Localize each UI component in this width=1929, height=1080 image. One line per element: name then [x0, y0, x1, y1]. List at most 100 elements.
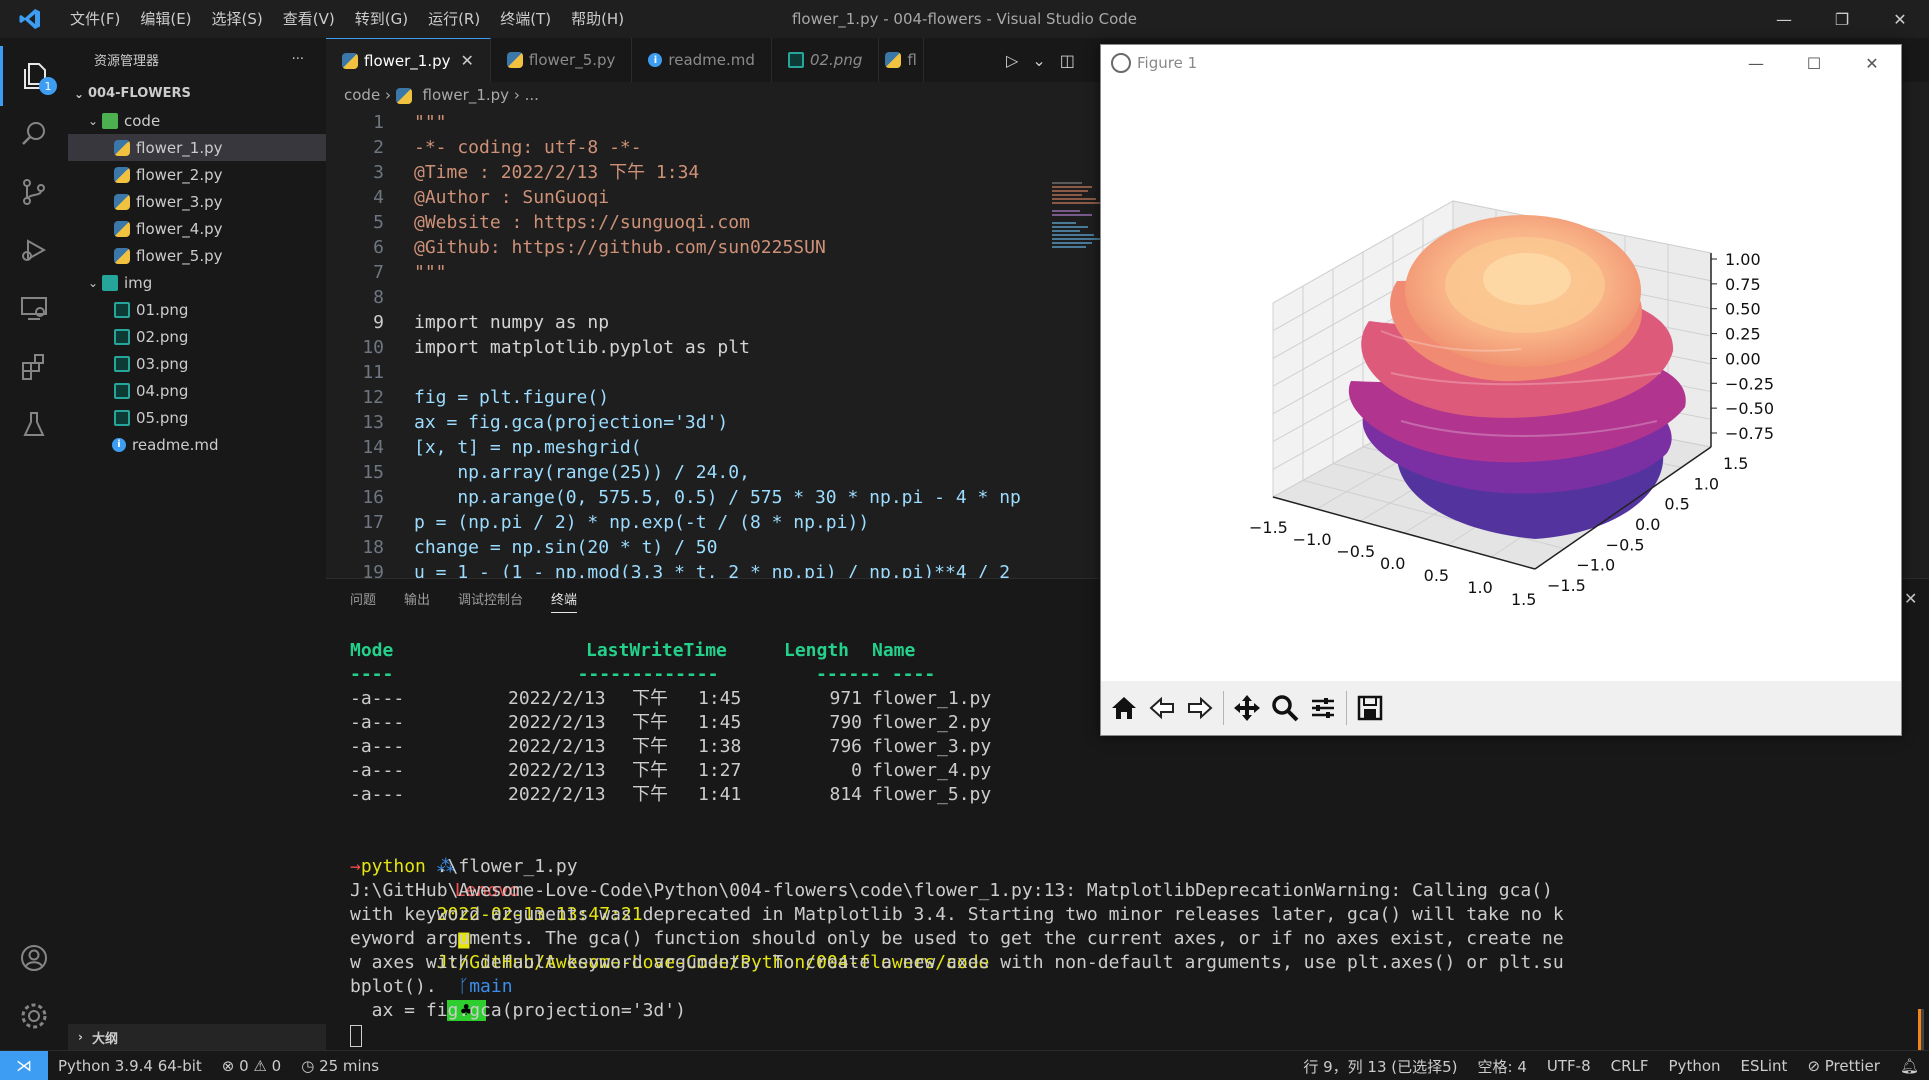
account-icon[interactable]: [0, 928, 68, 988]
outline-section[interactable]: › 大纲: [68, 1024, 326, 1050]
x-tick-label: 0.0: [1380, 554, 1405, 573]
tree-folder-img[interactable]: ⌄ img: [68, 269, 326, 296]
workspace-root[interactable]: ⌄ 004-FLOWERS: [68, 80, 326, 107]
figure-minimize-button[interactable]: —: [1727, 45, 1785, 81]
notifications-bell-icon[interactable]: 🔔︎: [1890, 1057, 1929, 1075]
x-tick-label: 1.0: [1467, 578, 1492, 597]
code-line: 4 @Author : SunGuoqi: [373, 187, 610, 208]
menu-selection[interactable]: 选择(S): [202, 0, 273, 38]
minimize-button[interactable]: —: [1755, 0, 1813, 38]
image-file-icon: [114, 409, 130, 426]
status-encoding[interactable]: UTF-8: [1537, 1057, 1601, 1075]
tree-file-03-png[interactable]: 03.png: [68, 350, 326, 377]
figure-title: Figure 1: [1137, 54, 1198, 72]
explorer-more-button[interactable]: ···: [292, 52, 304, 67]
code-line: 19 u = 1 - (1 - np.mod(3.3 * t, 2 * np.pi…: [362, 562, 1011, 578]
zoom-magnifier-icon[interactable]: [1268, 691, 1302, 725]
status-indentation[interactable]: 空格: 4: [1468, 1056, 1537, 1077]
tab-flower-5[interactable]: flower_5.py: [490, 38, 633, 82]
menu-go[interactable]: 转到(G): [345, 0, 418, 38]
vscode-app: 文件(F) 编辑(E) 选择(S) 查看(V) 转到(G) 运行(R) 终端(T…: [0, 0, 1929, 1080]
home-icon[interactable]: [1107, 691, 1141, 725]
pan-move-icon[interactable]: [1230, 691, 1264, 725]
panel-tab-terminal[interactable]: 终端: [551, 589, 578, 613]
close-window-button[interactable]: ✕: [1871, 0, 1929, 38]
split-editor-icon[interactable]: ◫: [1060, 51, 1075, 70]
info-icon: i: [112, 437, 126, 452]
breadcrumb-symbol[interactable]: ...: [525, 86, 539, 104]
settings-gear-icon[interactable]: [0, 986, 68, 1046]
python-file-icon: [885, 52, 902, 68]
tab-02-png[interactable]: 02.png: [771, 38, 880, 82]
info-icon: i: [648, 53, 663, 67]
figure-canvas[interactable]: 1.00 0.75 0.50 0.25 0.00 −0.25 −0.50 −0.75 −1.5…: [1101, 81, 1901, 681]
search-icon[interactable]: [0, 104, 68, 164]
forward-arrow-icon[interactable]: [1183, 691, 1217, 725]
tab-flower-1[interactable]: flower_1.py ✕: [326, 38, 491, 82]
status-eslint[interactable]: ESLint: [1731, 1057, 1798, 1075]
menu-help[interactable]: 帮助(H): [561, 0, 634, 38]
tree-file-02-png[interactable]: 02.png: [68, 323, 326, 350]
restore-button[interactable]: ❐: [1813, 0, 1871, 38]
panel-tab-output[interactable]: 输出: [404, 589, 430, 613]
status-language[interactable]: Python: [1659, 1057, 1731, 1075]
status-cursor-position[interactable]: 行 9，列 13 (已选择5): [1293, 1056, 1467, 1077]
chevron-down-icon[interactable]: ⌄: [1032, 51, 1045, 70]
remote-icon[interactable]: ⋊: [0, 1050, 48, 1080]
breadcrumb-folder[interactable]: code: [344, 86, 380, 104]
panel-tab-debug-console[interactable]: 调试控制台: [458, 589, 523, 613]
save-figure-icon[interactable]: [1353, 691, 1387, 725]
terminal-header-underline: ---- ------------- ------ ----: [350, 664, 936, 685]
z-axis-ticks: 1.00 0.75 0.50 0.25 0.00 −0.25 −0.50 −0.75: [1711, 250, 1774, 443]
tree-file-flower-1[interactable]: flower_1.py: [68, 134, 326, 161]
status-python-interpreter[interactable]: Python 3.9.4 64-bit: [48, 1057, 212, 1075]
x-tick-label: −1.5: [1249, 518, 1288, 537]
terminal-command: →python .\flower_1.py: [350, 856, 578, 877]
status-problems[interactable]: ⊗ 0 ⚠ 0: [212, 1057, 291, 1075]
status-prettier[interactable]: ⊘ Prettier: [1797, 1057, 1890, 1075]
close-tab-icon[interactable]: ✕: [461, 51, 474, 70]
menu-terminal[interactable]: 终端(T): [490, 0, 561, 38]
figure-close-button[interactable]: ✕: [1843, 45, 1901, 81]
tree-folder-code[interactable]: ⌄ code: [68, 107, 326, 134]
terminal-row: -a--- 2022/2/13 下午 1:45 790 flower_2.py: [350, 712, 992, 733]
status-time-tracker[interactable]: ◷ 25 mins: [291, 1057, 389, 1075]
tree-file-flower-4[interactable]: flower_4.py: [68, 215, 326, 242]
menu-run[interactable]: 运行(R): [418, 0, 490, 38]
menu-view[interactable]: 查看(V): [273, 0, 345, 38]
panel-tab-problems[interactable]: 问题: [350, 589, 376, 613]
code-editor[interactable]: 1 """ 2 -*- coding: utf-8 -*- 3 @Time : 202…: [326, 110, 1046, 578]
rose-3d-plot[interactable]: 1.00 0.75 0.50 0.25 0.00 −0.25 −0.50 −0.75 −1.5…: [1101, 81, 1901, 681]
breadcrumb-file[interactable]: flower_1.py: [423, 86, 510, 104]
configure-subplots-icon[interactable]: [1306, 691, 1340, 725]
tree-file-01-png[interactable]: 01.png: [68, 296, 326, 323]
tree-file-flower-5[interactable]: flower_5.py: [68, 242, 326, 269]
figure-maximize-button[interactable]: ☐: [1785, 45, 1843, 81]
extensions-icon[interactable]: [0, 336, 68, 396]
menu-file[interactable]: 文件(F): [60, 0, 130, 38]
tree-file-04-png[interactable]: 04.png: [68, 377, 326, 404]
run-debug-icon[interactable]: [0, 220, 68, 280]
minimap[interactable]: [1046, 110, 1104, 530]
testing-flask-icon[interactable]: [0, 394, 68, 454]
source-control-icon[interactable]: [0, 162, 68, 222]
close-panel-icon[interactable]: ✕: [1904, 589, 1917, 608]
remote-explorer-icon[interactable]: [0, 278, 68, 338]
back-arrow-icon[interactable]: [1145, 691, 1179, 725]
status-eol[interactable]: CRLF: [1601, 1057, 1659, 1075]
tree-file-readme[interactable]: i readme.md: [68, 431, 326, 458]
explorer-header: 资源管理器 ···: [68, 38, 326, 80]
tree-folder-label: img: [124, 273, 153, 292]
run-file-icon[interactable]: ▷: [1006, 51, 1018, 70]
tree-file-flower-2[interactable]: flower_2.py: [68, 161, 326, 188]
python-file-icon: [114, 193, 130, 210]
menu-edit[interactable]: 编辑(E): [130, 0, 201, 38]
tree-file-label: flower_1.py: [136, 138, 223, 157]
explorer-icon[interactable]: 1: [0, 46, 68, 106]
z-tick-label: 1.00: [1725, 250, 1761, 269]
image-file-icon: [114, 328, 130, 345]
tab-overflow[interactable]: fl: [879, 38, 924, 82]
tab-readme[interactable]: i readme.md: [632, 38, 772, 82]
tree-file-05-png[interactable]: 05.png: [68, 404, 326, 431]
tree-file-flower-3[interactable]: flower_3.py: [68, 188, 326, 215]
